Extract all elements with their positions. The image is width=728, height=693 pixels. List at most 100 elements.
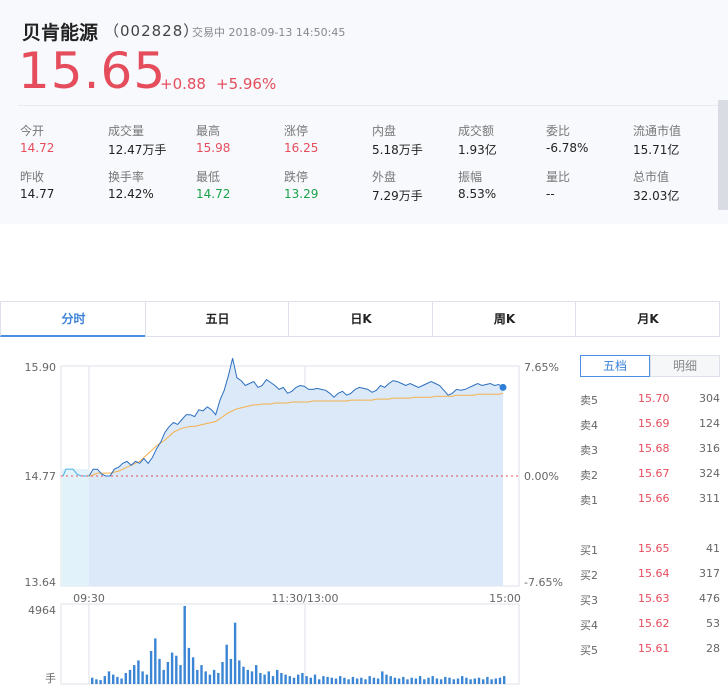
volume-bar	[410, 677, 413, 684]
tab-details[interactable]: 明细	[650, 355, 720, 377]
buy-price: 15.64	[638, 567, 670, 580]
preopen-area	[62, 469, 89, 586]
buy-level-row: 买3 15.63 476	[580, 592, 720, 612]
volume-bar	[103, 676, 106, 684]
volume-bar	[263, 674, 266, 684]
sell-vol: 304	[699, 392, 720, 405]
volume-bar	[284, 674, 287, 684]
sell-level-row: 卖2 15.67 324	[580, 467, 720, 487]
x-label: 15:00	[489, 592, 521, 605]
stat-value: 32.03亿	[633, 189, 680, 203]
volume-bar	[183, 606, 186, 684]
volume-bar	[212, 669, 216, 684]
volume-bar	[343, 677, 346, 684]
stat-label: 外盘	[372, 170, 397, 184]
volume-bar	[95, 679, 98, 684]
last-price-dot	[499, 383, 507, 391]
current-price: 15.65	[18, 42, 167, 100]
volume-bar	[145, 674, 149, 684]
stat-value: 8.53%	[458, 187, 497, 201]
volume-bar	[322, 676, 325, 684]
y-left-label: 15.90	[25, 361, 57, 374]
volume-bar	[271, 676, 275, 684]
volume-bar	[250, 671, 254, 684]
volume-bar	[444, 676, 447, 684]
stat-value: 1.93亿	[458, 143, 497, 157]
tab-weekly-k[interactable]: 周K	[432, 302, 576, 337]
tab-five-day[interactable]: 五日	[145, 302, 289, 337]
chart-tabs: 分时 五日 日K 周K 月K	[0, 301, 720, 337]
tab-five-levels[interactable]: 五档	[580, 355, 650, 377]
volume-bar	[242, 666, 245, 684]
buy-price: 15.65	[638, 542, 670, 555]
sell-label: 卖4	[580, 419, 598, 432]
stat-value: 15.98	[196, 141, 231, 155]
volume-max-label: 4964	[28, 604, 56, 617]
volume-bar	[267, 671, 270, 684]
sell-price: 15.69	[638, 417, 670, 430]
volume-bar	[456, 678, 460, 684]
tab-daily-k[interactable]: 日K	[288, 302, 433, 337]
volume-bar	[91, 677, 94, 684]
y-right-label: 7.65%	[524, 361, 559, 374]
stat-label: 最低	[196, 170, 221, 184]
volume-bar	[397, 678, 401, 684]
volume-bar	[494, 678, 497, 684]
sell-vol: 316	[699, 442, 720, 455]
buy-level-row: 买5 15.61 28	[580, 642, 720, 662]
tab-intraday[interactable]: 分时	[0, 302, 146, 337]
buy-label: 买2	[580, 569, 598, 582]
tab-monthly-k[interactable]: 月K	[575, 302, 720, 337]
volume-unit-label: 手	[45, 671, 56, 685]
stat-label: 振幅	[458, 170, 483, 184]
buy-vol: 317	[699, 567, 720, 580]
sell-label: 卖2	[580, 469, 598, 482]
volume-bar	[313, 674, 317, 684]
sell-price: 15.68	[638, 442, 670, 455]
volume-bar	[128, 669, 132, 684]
volume-bar	[364, 679, 367, 684]
sell-level-row: 卖3 15.68 316	[580, 442, 720, 462]
header-divider	[18, 105, 718, 106]
volume-bar	[276, 669, 279, 684]
sell-price: 15.66	[638, 492, 670, 505]
stock-code: （002828）	[104, 22, 200, 40]
volume-bar	[99, 680, 102, 684]
y-right-label: -7.65%	[524, 576, 563, 589]
sell-vol: 311	[699, 492, 720, 505]
volume-bar	[233, 622, 237, 684]
stat-value: --	[546, 187, 555, 201]
sell-level-row: 卖1 15.66 311	[580, 492, 720, 512]
buy-price: 15.61	[638, 642, 670, 655]
intraday-chart: 15.90 14.77 13.64 7.65% 0.00% -7.65% 09:30 11:3…	[25, 358, 563, 685]
volume-bar	[477, 677, 481, 684]
volume-bar	[326, 676, 329, 684]
stat-label: 最高	[196, 124, 221, 138]
stat-value: 13.29	[284, 187, 319, 201]
buy-label: 买4	[580, 619, 598, 632]
stat-value: 12.42%	[108, 187, 154, 201]
volume-bar	[246, 669, 249, 684]
volume-bar	[385, 674, 388, 684]
volume-bar	[389, 676, 392, 684]
stat-label: 成交额	[458, 124, 495, 138]
quote-header: 贝肯能源 （002828） 交易中 2018-09-13 14:50:45 15…	[0, 0, 728, 224]
price-change: +0.88	[160, 75, 206, 93]
stat-label: 换手率	[108, 170, 145, 184]
sell-level-row: 卖5 15.70 304	[580, 392, 720, 412]
volume-bar	[439, 679, 443, 684]
volume-bar	[309, 677, 312, 684]
y-left-label: 14.77	[25, 470, 57, 483]
scrollbar[interactable]	[718, 100, 728, 210]
volume-bar	[406, 679, 409, 684]
volume-bar	[137, 660, 140, 684]
volume-bar	[334, 678, 338, 684]
buy-label: 买3	[580, 594, 598, 607]
stat-value: 14.72	[20, 141, 55, 155]
volume-bar	[414, 678, 418, 684]
sell-price: 15.67	[638, 467, 670, 480]
volume-bar	[427, 677, 430, 684]
volume-bar	[465, 677, 468, 684]
volume-bar	[393, 677, 397, 684]
sell-label: 卖5	[580, 394, 598, 407]
